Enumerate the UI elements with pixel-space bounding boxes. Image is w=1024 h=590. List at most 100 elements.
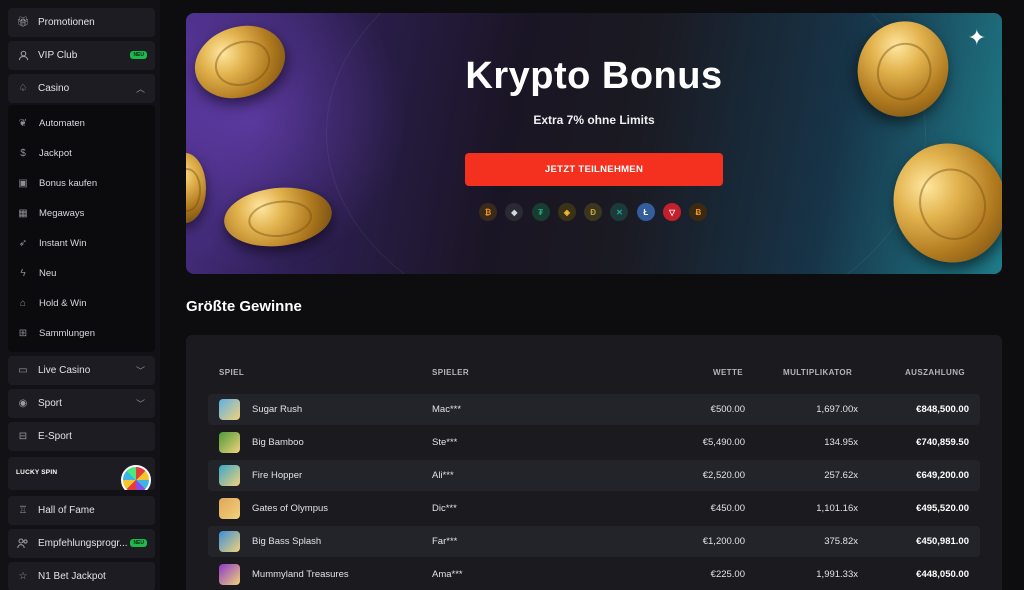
payout-value: €740,859.50 [916, 437, 969, 448]
table-row[interactable]: Big Bass Splash Far*** €1,200.00 375.82x… [208, 526, 980, 557]
column-header-player: SPIELER [432, 368, 470, 377]
spade-icon: ♤ [18, 83, 28, 94]
sidebar-subitem-label: Megaways [39, 207, 85, 219]
sidebar-subitem-label: Neu [39, 267, 57, 279]
sidebar-item-promotionen[interactable]: 🎁︎ Promotionen [8, 8, 155, 37]
sidebar-subitem-bonus-kaufen[interactable]: ▣ Bonus kaufen [17, 168, 97, 198]
game-thumbnail [219, 465, 240, 486]
lightning-icon: ϟ [20, 267, 26, 279]
trophy-icon: ♖ [18, 505, 28, 516]
collections-icon: ⊞ [18, 327, 28, 339]
sidebar-subitem-label: Automaten [39, 117, 85, 129]
join-now-button[interactable]: JETZT TEILNEHMEN [465, 153, 723, 186]
table-row[interactable]: Gates of Olympus Dic*** €450.00 1,101.16… [208, 493, 980, 524]
bet-value: €450.00 [710, 503, 745, 514]
sidebar-item-label: VIP Club [38, 50, 78, 61]
sidebar-subitem-label: Bonus kaufen [39, 177, 98, 189]
sidebar-subitem-label: Sammlungen [39, 327, 95, 339]
rocket-icon: ➶ [18, 237, 28, 249]
bet-value: €1,200.00 [702, 536, 745, 547]
banner-arc [326, 13, 926, 274]
sidebar: 🎁︎ Promotionen VIP Club NEU ♤ Casino ︿ ❦… [0, 0, 160, 590]
sidebar-item-label: Promotionen [38, 17, 95, 28]
sidebar-subitem-neu[interactable]: ϟ Neu [17, 258, 56, 288]
grid-icon: ▦ [18, 207, 28, 219]
game-thumbnail [219, 564, 240, 585]
ripple-icon: ✕ [610, 203, 629, 221]
payout-value: €495,520.00 [916, 503, 969, 514]
player-name: Ali*** [432, 470, 454, 481]
table-row[interactable]: Mummyland Treasures Ama*** €225.00 1,991… [208, 559, 980, 590]
sidebar-item-n1-bet-jackpot[interactable]: ☆ N1 Bet Jackpot [8, 562, 155, 590]
sidebar-item-sport[interactable]: ◉ Sport ﹀ [8, 389, 155, 418]
binance-icon: ◈ [557, 203, 576, 221]
tron-icon: ▽ [663, 203, 682, 221]
game-name: Big Bamboo [252, 437, 304, 448]
sidebar-item-empfehlungsprogramm[interactable]: Empfehlungsprogr... NEU [8, 529, 155, 558]
sidebar-subitem-automaten[interactable]: ❦ Automaten [17, 108, 85, 138]
sidebar-item-label: Sport [38, 398, 62, 409]
chevron-up-icon: ︿ [135, 84, 145, 94]
sidebar-subitem-hold-win[interactable]: ⌂ Hold & Win [17, 288, 87, 318]
sidebar-item-esport[interactable]: ⊟ E-Sport [8, 422, 155, 451]
payout-value: €649,200.00 [916, 470, 969, 481]
star-icon: ☆ [18, 571, 28, 582]
money-bag-icon: $ [20, 147, 26, 159]
sidebar-item-label: Casino [38, 83, 70, 94]
ball-icon: ◉ [18, 398, 28, 409]
krypto-bonus-banner: ✦ Krypto Bonus Extra 7% ohne Limits JETZ… [186, 13, 1002, 274]
chevron-down-icon: ﹀ [135, 399, 145, 409]
bet-value: €500.00 [710, 404, 745, 415]
sparkle-icon: ✦ [967, 25, 986, 50]
bet-value: €225.00 [710, 569, 745, 580]
litecoin-icon: Ł [636, 203, 655, 221]
bitcoin-cash-icon: Ƀ [689, 203, 708, 221]
sidebar-subitem-sammlungen[interactable]: ⊞ Sammlungen [17, 318, 95, 348]
hold-icon: ⌂ [19, 297, 27, 309]
table-row[interactable]: Sugar Rush Mac*** €500.00 1,697.00x €848… [208, 394, 980, 425]
table-row[interactable]: Fire Hopper Ali*** €2,520.00 257.62x €64… [208, 460, 980, 491]
bet-value: €5,490.00 [702, 437, 745, 448]
table-row[interactable]: Big Bamboo Ste*** €5,490.00 134.95x €740… [208, 427, 980, 458]
gift-icon: 🎁︎ [16, 17, 30, 28]
banner-title: Krypto Bonus [465, 55, 723, 97]
game-name: Gates of Olympus [252, 503, 329, 514]
app: 🎁︎ Promotionen VIP Club NEU ♤ Casino ︿ ❦… [0, 0, 1024, 590]
lucky-spin-banner[interactable]: LUCKY SPIN [8, 457, 155, 490]
sidebar-item-label: N1 Bet Jackpot [38, 571, 106, 582]
gamepad-icon: ⊟ [18, 431, 28, 442]
game-name: Fire Hopper [252, 470, 303, 481]
game-name: Mummyland Treasures [252, 569, 349, 580]
payout-value: €848,500.00 [916, 404, 969, 415]
column-header-payout: AUSZAHLUNG [905, 368, 965, 377]
sidebar-item-live-casino[interactable]: ▭ Live Casino ﹀ [8, 356, 155, 385]
new-badge: NEU [130, 51, 147, 59]
dogecoin-icon: Ð [584, 203, 603, 221]
sidebar-subitem-megaways[interactable]: ▦ Megaways [17, 198, 84, 228]
player-name: Dic*** [432, 503, 457, 514]
bitcoin-icon: ₿ [479, 203, 497, 221]
multiplier-value: 1,697.00x [816, 404, 858, 415]
sidebar-item-hall-of-fame[interactable]: ♖ Hall of Fame [8, 496, 155, 525]
column-header-multiplier: MULTIPLIKATOR [783, 368, 853, 377]
sidebar-item-label: E-Sport [38, 431, 72, 442]
column-header-bet: WETTE [713, 368, 743, 377]
banner-subtitle: Extra 7% ohne Limits [533, 113, 655, 127]
sidebar-item-label: Hall of Fame [38, 505, 95, 516]
sidebar-item-vip-club[interactable]: VIP Club NEU [8, 41, 155, 70]
column-header-game: SPIEL [219, 368, 245, 377]
multiplier-value: 375.82x [824, 536, 858, 547]
users-icon [17, 538, 29, 550]
wheel-icon [121, 465, 151, 490]
cards-icon: ▭ [18, 365, 28, 376]
lucky-spin-label: LUCKY SPIN [16, 469, 58, 476]
sidebar-subitem-jackpot[interactable]: $ Jackpot [17, 138, 72, 168]
player-name: Mac*** [432, 404, 462, 415]
multiplier-value: 134.95x [824, 437, 858, 448]
crypto-icons: ₿ ◆ ₮ ◈ Ð ✕ Ł ▽ Ƀ [479, 203, 716, 221]
sidebar-item-label: Empfehlungsprogr... [38, 538, 128, 549]
sidebar-item-casino[interactable]: ♤ Casino ︿ [8, 74, 155, 103]
sidebar-subitem-instant-win[interactable]: ➶ Instant Win [17, 228, 87, 258]
sidebar-subitem-label: Hold & Win [39, 297, 87, 309]
sidebar-subitem-label: Jackpot [39, 147, 72, 159]
